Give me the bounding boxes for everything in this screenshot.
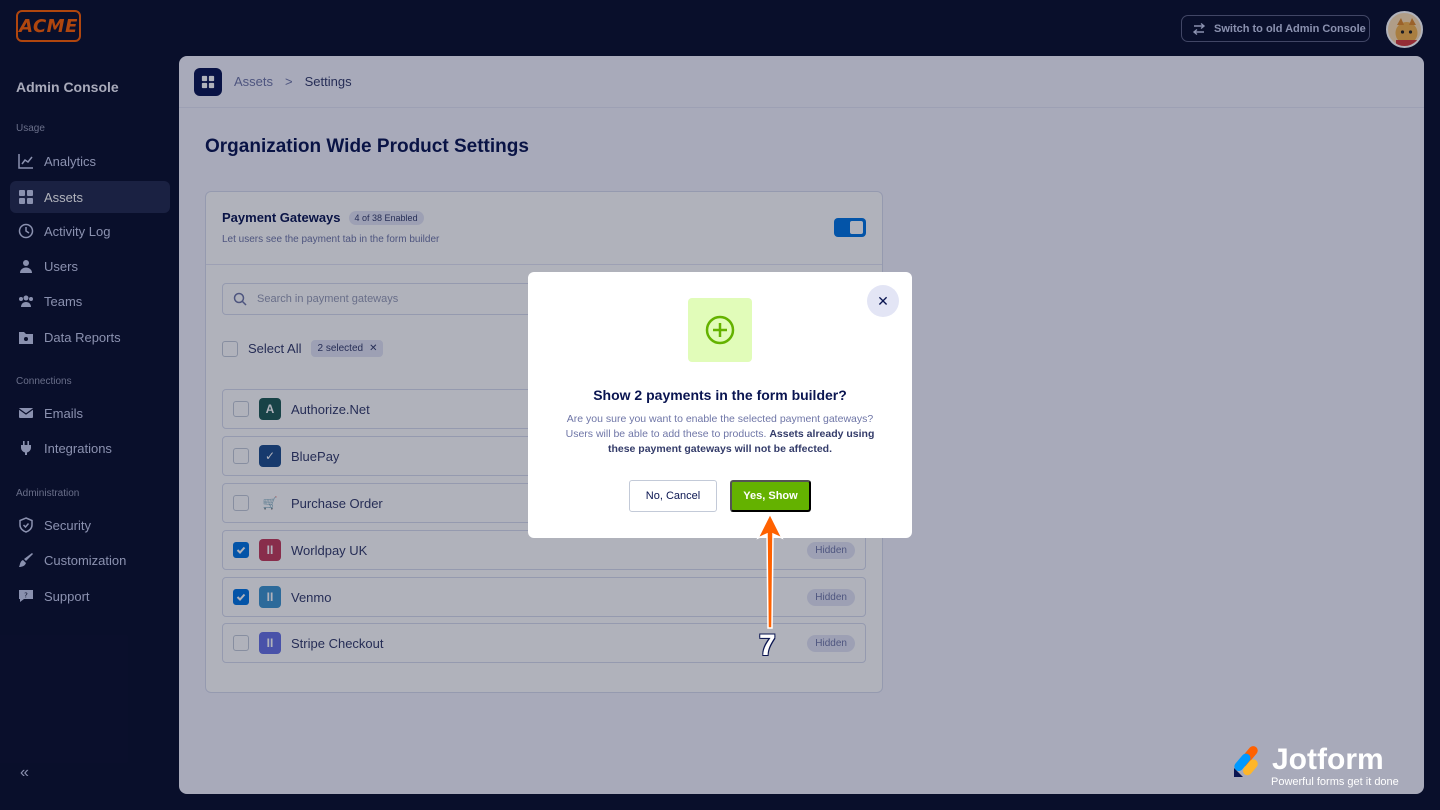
confirm-dialog: ✕ Show 2 payments in the form builder? A… (528, 272, 912, 538)
watermark-name: Jotform (1272, 743, 1384, 776)
annotation-arrow-icon (756, 512, 784, 629)
close-dialog-button[interactable]: ✕ (867, 285, 899, 317)
jotform-watermark: Jotform Powerful forms get it done (1232, 743, 1399, 788)
cancel-button[interactable]: No, Cancel (629, 480, 717, 512)
jotform-logo-icon (1234, 746, 1258, 777)
dialog-body: Are you sure you want to enable the sele… (558, 412, 882, 457)
close-icon: ✕ (877, 292, 889, 309)
dialog-title: Show 2 payments in the form builder? (593, 387, 847, 403)
dialog-icon-box (688, 298, 752, 362)
annotation-step-number: 7 (759, 629, 776, 662)
confirm-show-button[interactable]: Yes, Show (730, 480, 811, 512)
watermark-tagline: Powerful forms get it done (1271, 776, 1399, 788)
plus-circle-icon (705, 315, 735, 345)
